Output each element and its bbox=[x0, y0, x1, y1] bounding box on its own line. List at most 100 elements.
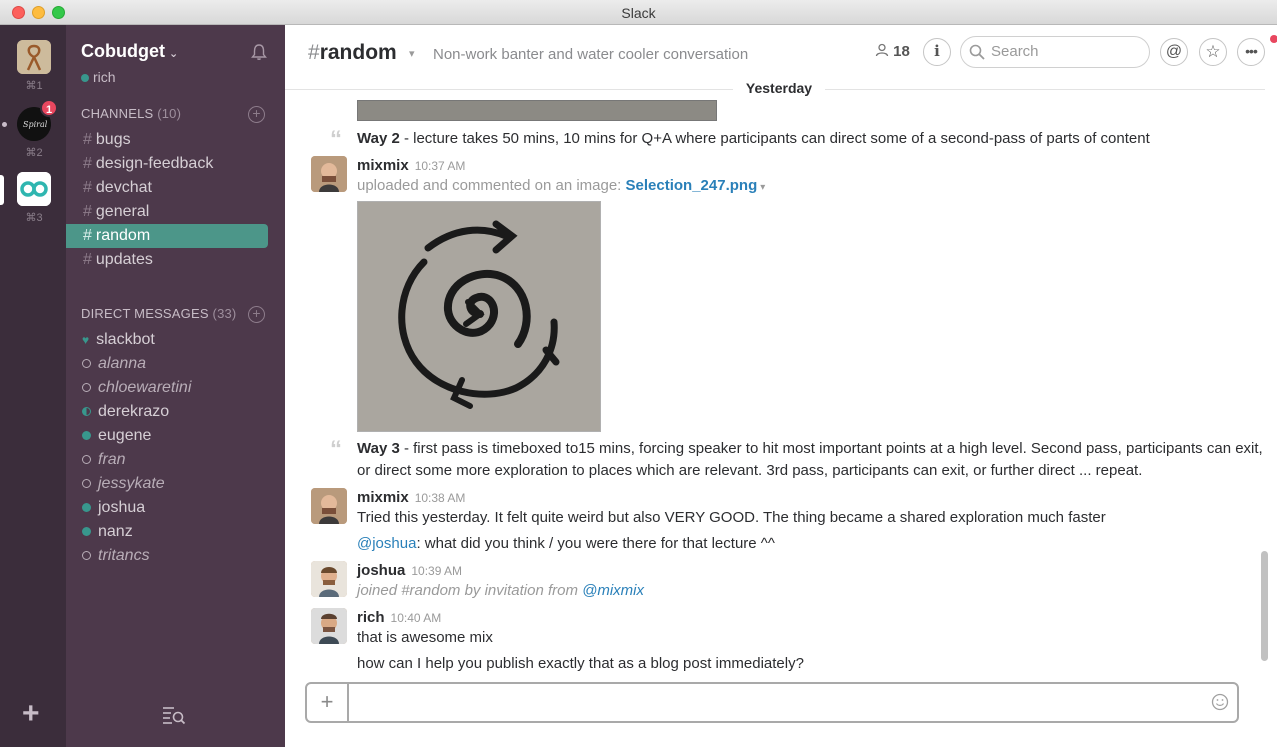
hash-icon: # bbox=[83, 155, 92, 172]
user-mention[interactable]: @mixmix bbox=[582, 582, 644, 599]
message-way2: Way 2 - lecture takes 50 mins, 10 mins f… bbox=[357, 128, 1150, 150]
message-scrollbar[interactable] bbox=[1261, 551, 1268, 661]
file-link[interactable]: Selection_247.png bbox=[626, 177, 758, 194]
add-team-plus-icon[interactable]: + bbox=[22, 699, 40, 729]
sidebar-dm-slackbot[interactable]: ♥ slackbot bbox=[66, 328, 268, 352]
team-1[interactable]: ⌘1 bbox=[17, 40, 51, 92]
avatar[interactable] bbox=[311, 561, 347, 597]
dm-label: slackbot bbox=[96, 331, 155, 348]
sidebar-channel-random[interactable]: # random bbox=[66, 224, 268, 248]
add-dm-plus-icon[interactable]: + bbox=[248, 306, 265, 323]
message-timestamp[interactable]: 10:37 AM bbox=[415, 159, 466, 173]
team-name: Cobudget bbox=[81, 41, 165, 61]
presence-offline-icon bbox=[82, 551, 91, 560]
mentions-button[interactable]: @ bbox=[1160, 38, 1188, 66]
message-author[interactable]: mixmix 10:37 AM bbox=[357, 157, 465, 174]
day-divider-line bbox=[285, 89, 733, 90]
sidebar-dm-derekrazo[interactable]: derekrazo bbox=[66, 400, 268, 424]
sidebar-dm-eugene[interactable]: eugene bbox=[66, 424, 268, 448]
bell-icon[interactable] bbox=[250, 43, 268, 61]
direct-messages-header[interactable]: DIRECT MESSAGES (33) bbox=[81, 306, 236, 321]
quick-switcher-icon[interactable] bbox=[162, 705, 186, 725]
message-timestamp[interactable]: 10:39 AM bbox=[411, 564, 462, 578]
quote-icon: “ bbox=[330, 436, 342, 463]
presence-mobile-icon bbox=[82, 407, 91, 416]
message-pane: #random ▾ Non-work banter and water cool… bbox=[285, 25, 1277, 747]
dm-label: joshua bbox=[98, 499, 146, 516]
hash-icon: # bbox=[83, 251, 92, 268]
team-3[interactable]: ⌘3 bbox=[17, 172, 51, 224]
team-1-shortcut: ⌘1 bbox=[25, 80, 43, 92]
info-button[interactable]: i bbox=[923, 38, 951, 66]
channels-count: (10) bbox=[157, 106, 182, 121]
chevron-down-icon[interactable]: ▾ bbox=[760, 182, 765, 193]
window-titlebar: Slack bbox=[0, 0, 1277, 25]
way3-bold: Way 3 bbox=[357, 440, 400, 457]
attach-plus-icon[interactable]: + bbox=[307, 684, 349, 721]
sidebar-dm-joshua[interactable]: joshua bbox=[66, 496, 268, 520]
message-timestamp[interactable]: 10:40 AM bbox=[391, 611, 442, 625]
current-user[interactable]: rich bbox=[81, 69, 116, 85]
message-input[interactable] bbox=[351, 684, 1191, 721]
message-timestamp[interactable]: 10:38 AM bbox=[415, 491, 466, 505]
presence-away-icon bbox=[82, 359, 91, 368]
svg-text:Spiral: Spiral bbox=[23, 120, 48, 129]
author-name: mixmix bbox=[357, 489, 409, 506]
message-author[interactable]: rich 10:40 AM bbox=[357, 609, 441, 626]
join-text: joined #random by invitation from bbox=[357, 582, 583, 599]
channel-label: design-feedback bbox=[95, 155, 214, 172]
channel-label: random bbox=[95, 227, 151, 244]
sidebar-dm-alanna[interactable]: alanna bbox=[66, 352, 268, 376]
sidebar-channel-bugs[interactable]: # bugs bbox=[66, 128, 268, 152]
add-channel-plus-icon[interactable]: + bbox=[248, 106, 265, 123]
dm-label: tritancs bbox=[98, 547, 150, 564]
presence-online-icon bbox=[82, 503, 91, 512]
team-menu[interactable]: Cobudget ⌄ bbox=[81, 41, 178, 62]
starred-button[interactable]: ☆ bbox=[1199, 38, 1227, 66]
avatar[interactable] bbox=[311, 608, 347, 644]
sidebar-channel-general[interactable]: # general bbox=[66, 200, 268, 224]
hash-icon: # bbox=[83, 179, 92, 196]
avatar[interactable] bbox=[311, 156, 347, 192]
dm-label: alanna bbox=[98, 355, 147, 372]
author-name: mixmix bbox=[357, 157, 409, 174]
uploaded-image[interactable] bbox=[357, 201, 601, 432]
message-author[interactable]: mixmix 10:38 AM bbox=[357, 489, 465, 506]
search-input[interactable]: Search bbox=[960, 36, 1150, 68]
team-1-logo-icon bbox=[17, 40, 51, 74]
team-2-badge: 1 bbox=[40, 99, 58, 117]
day-divider-line bbox=[825, 89, 1265, 90]
channel-hash: # bbox=[308, 41, 320, 64]
emoji-icon[interactable] bbox=[1211, 693, 1229, 711]
sidebar-dm-jessykate[interactable]: jessykate bbox=[66, 472, 268, 496]
channel-label: updates bbox=[95, 251, 153, 268]
search-icon bbox=[969, 44, 985, 60]
previous-image-attachment[interactable] bbox=[357, 100, 717, 121]
channel-title[interactable]: #random bbox=[308, 41, 397, 65]
sidebar-channel-updates[interactable]: # updates bbox=[66, 248, 268, 272]
member-count-button[interactable]: 18 bbox=[875, 43, 910, 60]
chevron-down-icon: ⌄ bbox=[168, 48, 179, 60]
search-placeholder: Search bbox=[991, 43, 1039, 60]
way3-line1: - first pass is timeboxed to15 mins, for… bbox=[399, 440, 1263, 457]
upload-description: uploaded and commented on an image: Sele… bbox=[357, 177, 765, 194]
sidebar-dm-fran[interactable]: fran bbox=[66, 448, 268, 472]
sidebar-channel-design-feedback[interactable]: # design-feedback bbox=[66, 152, 268, 176]
team-unread-dot bbox=[2, 122, 7, 127]
sidebar-dm-nanz[interactable]: nanz bbox=[66, 520, 268, 544]
team-switcher: ⌘1 Spiral 1 ⌘2 ⌘3 + bbox=[0, 25, 66, 747]
more-options-button[interactable]: ••• bbox=[1237, 38, 1265, 66]
sidebar-channel-devchat[interactable]: # devchat bbox=[66, 176, 268, 200]
hash-icon: # bbox=[83, 227, 92, 244]
message-author[interactable]: joshua 10:39 AM bbox=[357, 562, 462, 579]
chevron-down-icon[interactable]: ▾ bbox=[409, 47, 415, 60]
channels-header-label: CHANNELS bbox=[81, 106, 154, 121]
team-2[interactable]: Spiral 1 ⌘2 bbox=[17, 99, 58, 159]
way2-bold: Way 2 bbox=[357, 130, 400, 147]
presence-away-icon bbox=[82, 455, 91, 464]
sidebar-dm-chloewaretini[interactable]: chloewaretini bbox=[66, 376, 268, 400]
avatar[interactable] bbox=[311, 488, 347, 524]
user-mention[interactable]: @joshua bbox=[357, 535, 416, 552]
sidebar-dm-tritancs[interactable]: tritancs bbox=[66, 544, 268, 568]
channels-header[interactable]: CHANNELS (10) bbox=[81, 106, 181, 121]
